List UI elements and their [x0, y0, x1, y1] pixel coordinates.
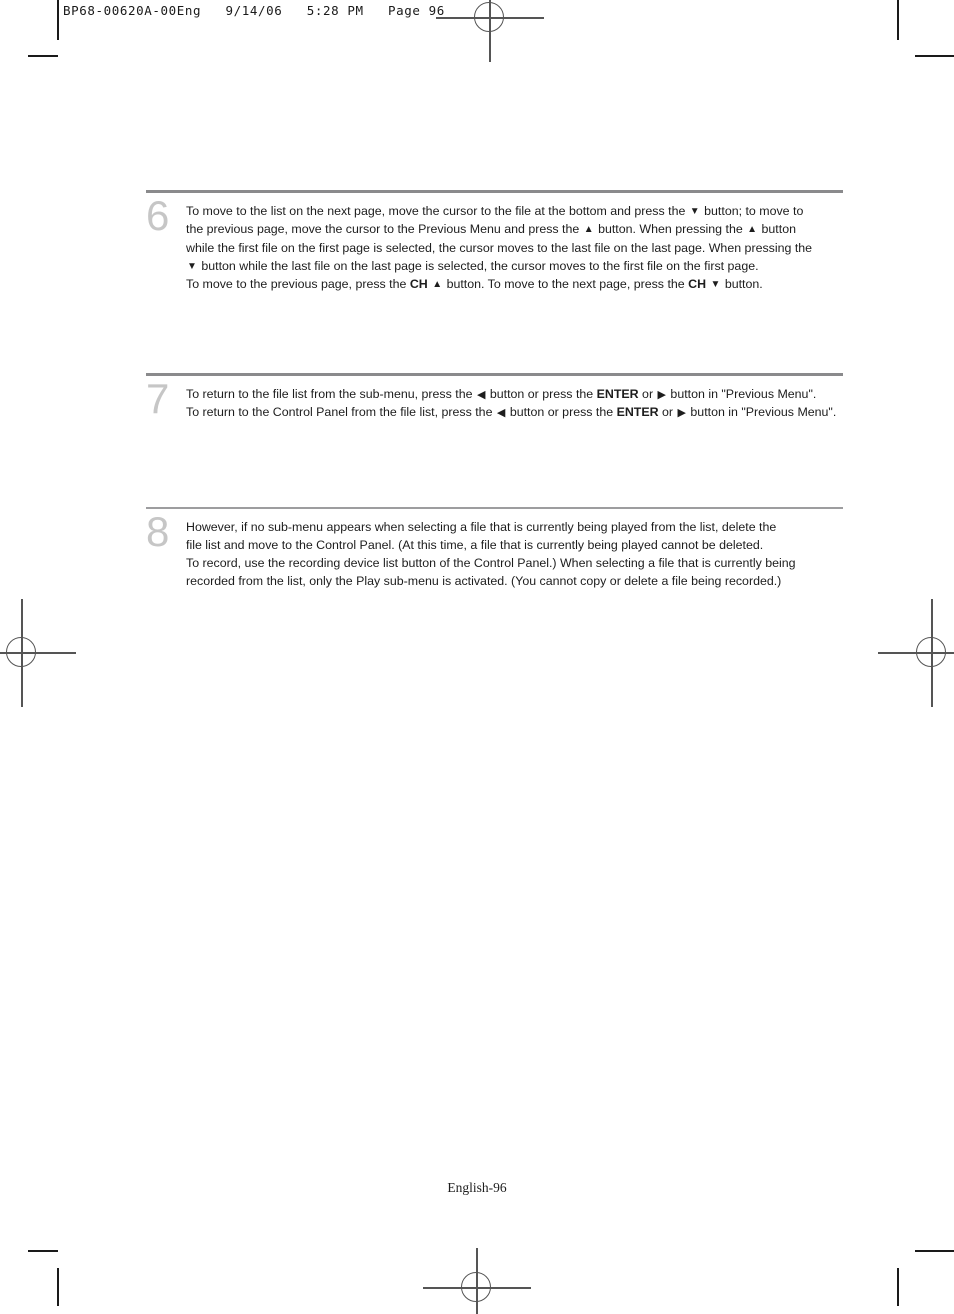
- text-run: However, if no sub-menu appears when sel…: [186, 519, 777, 534]
- text-run: button while the last file on the last p…: [197, 258, 759, 273]
- step-text: However, if no sub-menu appears when sel…: [186, 518, 843, 591]
- text-run: button. To move to the next page, press …: [443, 277, 689, 292]
- text-run: button: [758, 222, 796, 237]
- text-line: However, if no sub-menu appears when sel…: [186, 518, 843, 536]
- button-name-label: ENTER: [596, 387, 639, 401]
- arrow-right-icon: ▶: [657, 389, 666, 401]
- step-text: To move to the list on the next page, mo…: [186, 202, 843, 293]
- text-run: button; to move to: [700, 204, 804, 218]
- text-run: To record, use the recording device list…: [186, 556, 796, 571]
- text-line: To return to the Control Panel from the …: [186, 403, 843, 421]
- text-line: while the first file on the first page i…: [186, 239, 843, 257]
- step-body: 6 To move to the list on the next page, …: [146, 193, 843, 293]
- text-run: button in "Previous Menu".: [686, 405, 837, 420]
- step-number: 8: [146, 507, 170, 555]
- text-line: ▼ button while the last file on the last…: [186, 257, 843, 275]
- text-run: the previous page, move the cursor to th…: [186, 222, 583, 237]
- arrow-down-icon: ▼: [710, 279, 721, 291]
- arrow-left-icon: ◀: [476, 389, 486, 401]
- text-line: To move to the previous page, press the …: [186, 275, 843, 293]
- text-line: To move to the list on the next page, mo…: [186, 202, 843, 220]
- arrow-down-icon: ▼: [187, 260, 197, 272]
- page-footer: English-96: [447, 1180, 507, 1195]
- step-body: 8 However, if no sub-menu appears when s…: [146, 509, 843, 591]
- text-run: button or press the: [506, 405, 617, 420]
- text-line: the previous page, move the cursor to th…: [186, 220, 843, 238]
- arrow-right-icon: ▶: [677, 407, 686, 420]
- text-run: while the first file on the first page i…: [186, 240, 813, 255]
- button-name-label: CH: [688, 277, 707, 292]
- step-text: To return to the file list from the sub-…: [186, 385, 843, 422]
- arrow-down-icon: ▼: [689, 206, 700, 217]
- text-run: button.: [721, 277, 763, 292]
- step-body: 7 To return to the file list from the su…: [146, 376, 843, 425]
- button-name-label: CH: [409, 277, 428, 292]
- step-number: 6: [146, 192, 170, 239]
- text-line: To return to the file list from the sub-…: [186, 385, 843, 403]
- text-run: or: [658, 405, 677, 420]
- instruction-step-7: 7 To return to the file list from the su…: [146, 373, 843, 425]
- arrow-up-icon: ▲: [747, 224, 758, 236]
- instruction-step-6: 6 To move to the list on the next page, …: [146, 190, 843, 293]
- text-run: To return to the Control Panel from the …: [186, 405, 496, 420]
- arrow-left-icon: ◀: [496, 407, 506, 420]
- button-name-label: ENTER: [616, 405, 659, 420]
- text-line: recorded from the list, only the Play su…: [186, 572, 843, 590]
- text-run: button. When pressing the: [594, 222, 747, 237]
- text-run: button in "Previous Menu".: [666, 387, 817, 401]
- manual-page-content: 6 To move to the list on the next page, …: [0, 0, 954, 1306]
- text-run: button or press the: [486, 387, 597, 401]
- step-number: 7: [146, 375, 170, 422]
- arrow-up-icon: ▲: [432, 279, 443, 291]
- text-run: To move to the list on the next page, mo…: [186, 204, 689, 218]
- text-line: To record, use the recording device list…: [186, 554, 843, 572]
- arrow-up-icon: ▲: [583, 224, 594, 236]
- text-run: To return to the file list from the sub-…: [186, 387, 476, 401]
- text-run: file list and move to the Control Panel.…: [186, 537, 764, 552]
- instruction-step-8: 8 However, if no sub-menu appears when s…: [146, 507, 843, 591]
- text-run: To move to the previous page, press the: [186, 277, 410, 292]
- text-line: file list and move to the Control Panel.…: [186, 536, 843, 554]
- text-run: recorded from the list, only the Play su…: [186, 574, 782, 589]
- text-run: or: [638, 387, 657, 401]
